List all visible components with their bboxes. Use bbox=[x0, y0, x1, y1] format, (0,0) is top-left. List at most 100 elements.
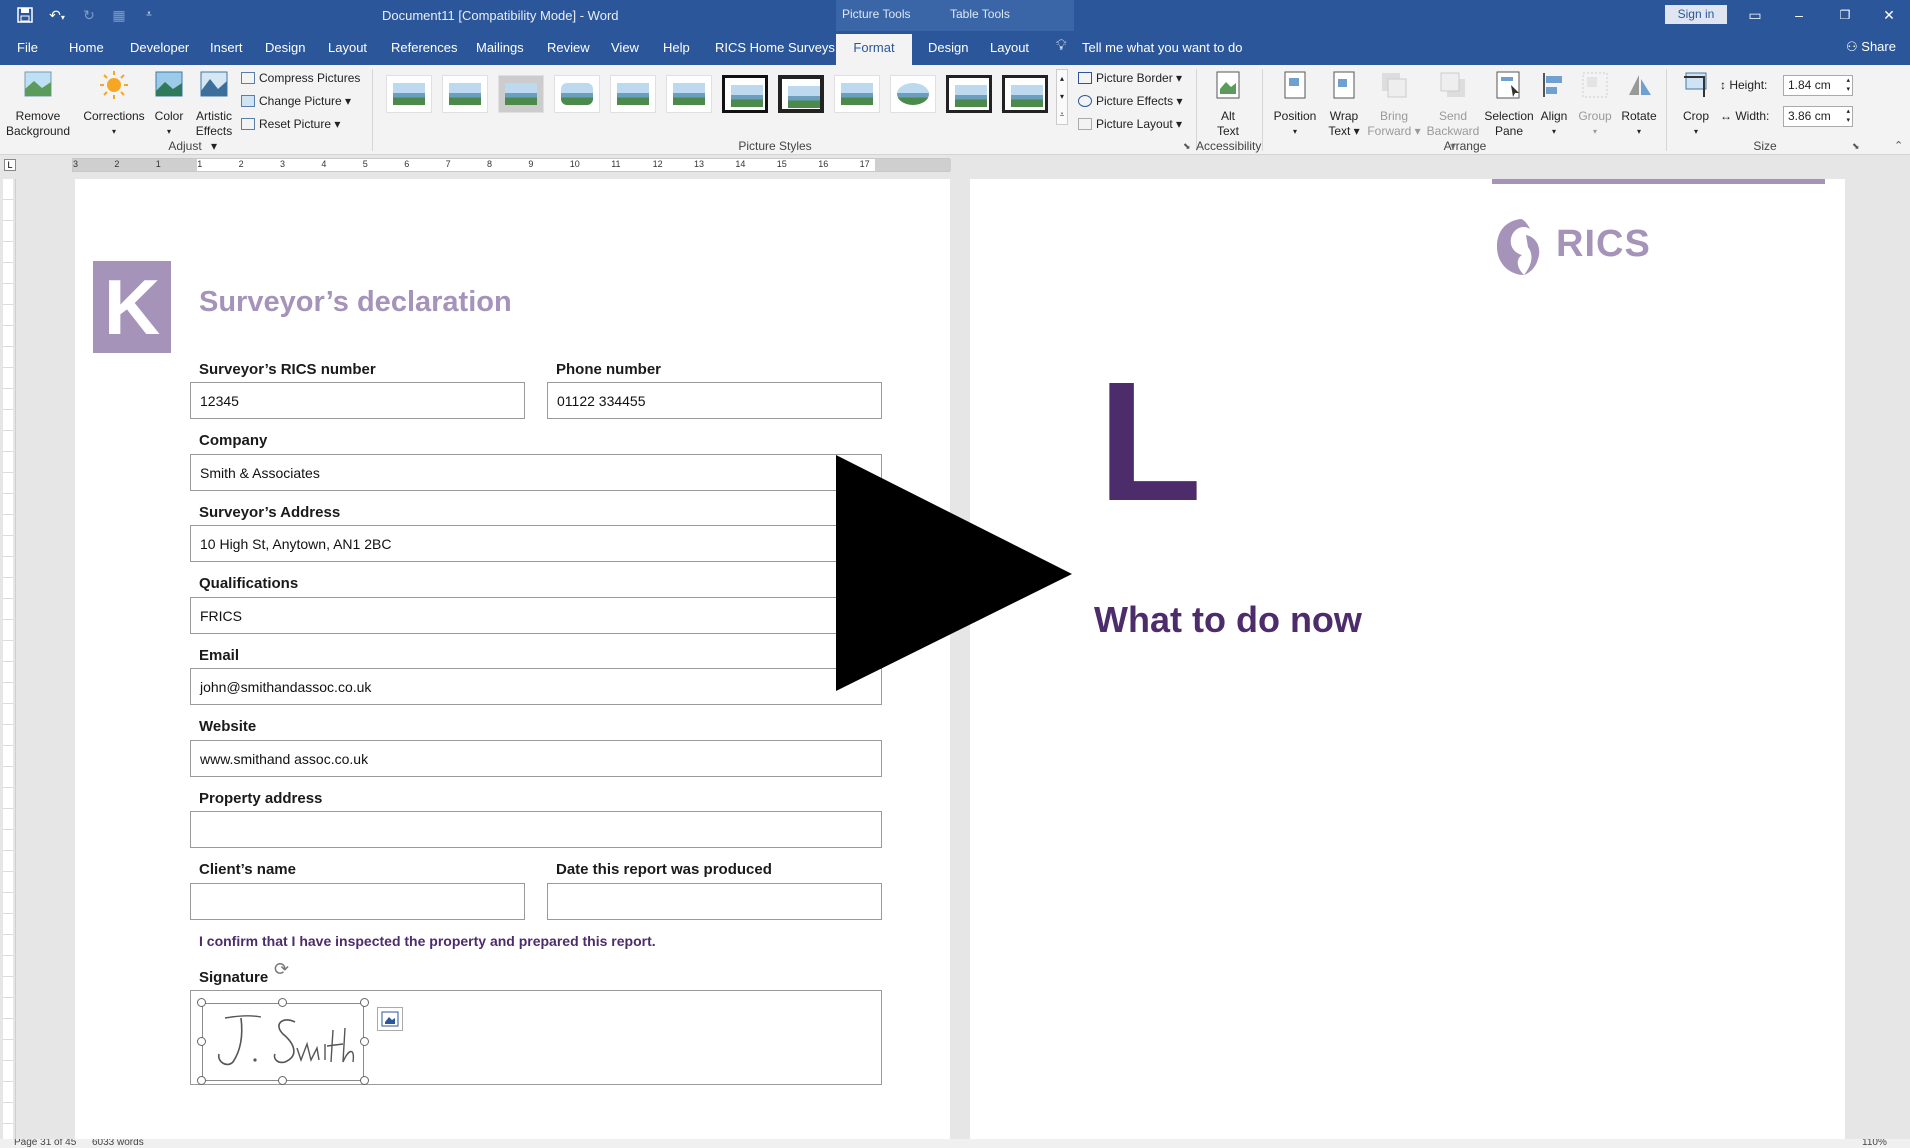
height-input[interactable]: 1.84 cm ▴ ▾ bbox=[1783, 75, 1853, 96]
wrap-text-icon bbox=[1333, 71, 1355, 99]
color-button[interactable]: Color ▾ bbox=[149, 69, 189, 139]
signature-image[interactable] bbox=[202, 1003, 364, 1081]
picture-style-3[interactable] bbox=[498, 75, 544, 113]
tab-layout[interactable]: Layout bbox=[328, 40, 367, 55]
resize-handle[interactable] bbox=[197, 1076, 206, 1085]
picture-style-6[interactable] bbox=[666, 75, 712, 113]
align-button[interactable]: Align ▾ bbox=[1536, 69, 1572, 139]
company-field[interactable]: Smith & Associates bbox=[190, 454, 882, 491]
tab-developer[interactable]: Developer bbox=[130, 40, 189, 55]
document-title: Document11 [Compatibility Mode] - Word bbox=[382, 8, 619, 23]
resize-handle[interactable] bbox=[197, 998, 206, 1007]
collapse-ribbon-icon[interactable]: ⌃ bbox=[1894, 139, 1903, 152]
zoom-level[interactable]: 110% bbox=[1862, 1139, 1887, 1148]
rics-logo-text: RICS bbox=[1556, 223, 1651, 265]
picture-style-7[interactable] bbox=[722, 75, 768, 113]
tab-format-active[interactable]: Format bbox=[836, 34, 912, 65]
website-field[interactable]: www.smithand assoc.co.uk bbox=[190, 740, 882, 777]
selection-pane-button[interactable]: Selection Pane bbox=[1482, 69, 1536, 139]
rics-number-field[interactable]: 12345 bbox=[190, 382, 525, 419]
group-icon bbox=[1582, 72, 1608, 98]
title-bar: ↶▾ ↻ ▦ ⩡ Document11 [Compatibility Mode]… bbox=[0, 0, 1910, 65]
picture-effects-button[interactable]: Picture Effects ▾ bbox=[1078, 94, 1183, 108]
corrections-button[interactable]: Corrections ▾ bbox=[82, 69, 146, 139]
picture-style-4[interactable] bbox=[554, 75, 600, 113]
change-picture-button[interactable]: Change Picture ▾ bbox=[241, 94, 351, 108]
compress-pictures-button[interactable]: Compress Pictures bbox=[241, 71, 360, 85]
size-dialog-launcher-icon[interactable]: ⬊ bbox=[1852, 141, 1860, 152]
tab-help[interactable]: Help bbox=[663, 40, 690, 55]
tab-table-design[interactable]: Design bbox=[928, 40, 968, 55]
tab-home[interactable]: Home bbox=[69, 40, 104, 55]
property-address-field[interactable] bbox=[190, 811, 882, 848]
picture-style-8[interactable] bbox=[778, 75, 824, 113]
picture-style-10[interactable] bbox=[890, 75, 936, 113]
ribbon-display-options-icon[interactable]: ▭ bbox=[1746, 7, 1764, 23]
picture-style-11[interactable] bbox=[946, 75, 992, 113]
minimize-icon[interactable]: – bbox=[1790, 7, 1808, 23]
resize-handle[interactable] bbox=[278, 998, 287, 1007]
wrap-text-button[interactable]: Wrap Text ▾ bbox=[1322, 69, 1366, 139]
client-name-field[interactable] bbox=[190, 883, 525, 920]
share-button[interactable]: ⚇ Share bbox=[1846, 39, 1896, 55]
phone-field[interactable]: 01122 334455 bbox=[547, 382, 882, 419]
dialog-launcher-icon[interactable]: ⬊ bbox=[1183, 141, 1191, 152]
word-count[interactable]: 6033 words bbox=[92, 1139, 144, 1148]
play-triangle-shape[interactable] bbox=[836, 455, 1074, 693]
reset-picture-button[interactable]: Reset Picture ▾ bbox=[241, 117, 340, 131]
undo-icon[interactable]: ↶▾ bbox=[44, 7, 70, 23]
gallery-scroll[interactable]: ▴ ▾ ⩡ bbox=[1056, 69, 1068, 125]
ruler-number: 9 bbox=[528, 159, 534, 169]
ruler-number: 7 bbox=[445, 159, 451, 169]
rics-lion-logo-icon bbox=[1492, 217, 1552, 277]
picture-style-9[interactable] bbox=[834, 75, 880, 113]
qualifications-field[interactable]: FRICS bbox=[190, 597, 882, 634]
tab-table-layout[interactable]: Layout bbox=[990, 40, 1029, 55]
tab-insert[interactable]: Insert bbox=[210, 40, 243, 55]
redo-icon: ↻ bbox=[83, 7, 95, 23]
accessibility-group-label: Accessibility bbox=[1196, 139, 1262, 153]
surveyor-address-field[interactable]: 10 High St, Anytown, AN1 2BC bbox=[190, 525, 882, 562]
resize-handle[interactable] bbox=[278, 1076, 287, 1085]
sign-in-button[interactable]: Sign in bbox=[1665, 5, 1727, 24]
tab-review[interactable]: Review bbox=[547, 40, 590, 55]
tab-design[interactable]: Design bbox=[265, 40, 305, 55]
picture-style-5[interactable] bbox=[610, 75, 656, 113]
send-backward-icon bbox=[1440, 72, 1465, 97]
resize-handle[interactable] bbox=[360, 998, 369, 1007]
tab-file[interactable]: File bbox=[17, 40, 38, 55]
rotate-handle-icon[interactable]: ⟳ bbox=[274, 959, 296, 981]
picture-style-2[interactable] bbox=[442, 75, 488, 113]
restore-icon[interactable]: ❐ bbox=[1836, 7, 1854, 23]
resize-handle[interactable] bbox=[197, 1037, 206, 1046]
page-count[interactable]: Page 31 of 45 bbox=[14, 1139, 76, 1148]
picture-border-button[interactable]: Picture Border ▾ bbox=[1078, 71, 1182, 85]
close-icon[interactable]: ✕ bbox=[1880, 7, 1898, 23]
resize-handle[interactable] bbox=[360, 1076, 369, 1085]
crop-button[interactable]: Crop ▾ bbox=[1672, 69, 1720, 139]
email-field[interactable]: john@smithandassoc.co.uk bbox=[190, 668, 882, 705]
picture-styles-group-label: Picture Styles bbox=[738, 139, 812, 153]
alt-text-button[interactable]: Alt Text bbox=[1205, 69, 1251, 139]
rotate-button[interactable]: Rotate ▾ bbox=[1616, 69, 1662, 139]
report-date-field[interactable] bbox=[547, 883, 882, 920]
position-button[interactable]: Position ▾ bbox=[1270, 69, 1320, 139]
picture-style-12[interactable] bbox=[1002, 75, 1048, 113]
tab-references[interactable]: References bbox=[391, 40, 457, 55]
width-input[interactable]: 3.86 cm ▴ ▾ bbox=[1783, 106, 1853, 127]
separator bbox=[372, 69, 373, 151]
signature-graphic bbox=[217, 1015, 355, 1066]
resize-handle[interactable] bbox=[360, 1037, 369, 1046]
tab-rics-home-surveys[interactable]: RICS Home Surveys bbox=[715, 40, 835, 55]
remove-background-button[interactable]: Remove Background bbox=[4, 69, 72, 139]
height-label: ↕ Height: bbox=[1720, 78, 1768, 92]
layout-options-icon[interactable] bbox=[377, 1007, 403, 1031]
property-address-label: Property address bbox=[199, 790, 323, 807]
customize-qat-icon[interactable]: ⩡ bbox=[140, 7, 158, 23]
picture-style-1[interactable] bbox=[386, 75, 432, 113]
tell-me-search[interactable]: Tell me what you want to do bbox=[1082, 40, 1242, 55]
tab-mailings[interactable]: Mailings bbox=[476, 40, 524, 55]
tab-view[interactable]: View bbox=[611, 40, 639, 55]
save-icon[interactable] bbox=[16, 7, 34, 23]
tab-selector-icon[interactable]: L bbox=[4, 159, 16, 171]
